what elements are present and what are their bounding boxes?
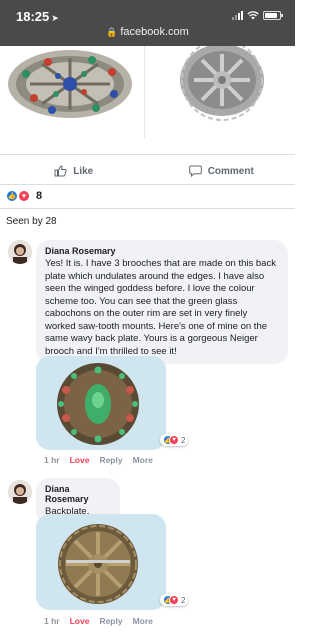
post-actions: Like Comment [0, 160, 295, 182]
comment-icon [188, 165, 202, 177]
signal-icon [232, 10, 243, 20]
divider [0, 154, 295, 155]
like-reaction-icon: 👍 [6, 190, 18, 202]
comment-photo-backplate[interactable] [36, 514, 166, 610]
like-icon [54, 165, 67, 177]
lock-icon: 🔒 [106, 27, 118, 37]
love-reaction-icon: ♥ [169, 435, 179, 445]
reply-button[interactable]: Reply [99, 455, 122, 465]
post-photo-jeweled-brooch[interactable] [0, 46, 145, 138]
like-label: Like [73, 165, 94, 177]
comment-text: Yes! It is. I have 3 brooches that are m… [45, 258, 276, 357]
comment-meta: 1 hr Love Reply More [44, 616, 153, 626]
comment-bubble[interactable]: Diana Rosemary Yes! It is. I have 3 broo… [36, 240, 288, 364]
comment-author[interactable]: Diana Rosemary [45, 484, 111, 504]
photo-reactions[interactable]: 👍 ♥ 2 [160, 434, 189, 446]
location-arrow-icon: ➤ [51, 13, 59, 23]
avatar[interactable] [8, 240, 32, 264]
photo-reactions[interactable]: 👍 ♥ 2 [160, 594, 189, 606]
love-reaction-button[interactable]: Love [70, 455, 90, 465]
photo-reaction-count: 2 [181, 595, 186, 605]
wifi-icon [247, 11, 259, 20]
avatar[interactable] [8, 480, 32, 504]
reaction-summary[interactable]: 👍 ♥ 8 [6, 190, 42, 202]
comment-photo-green-brooch[interactable] [36, 356, 166, 450]
battery-icon [263, 10, 283, 20]
comment-button[interactable]: Comment [148, 160, 296, 182]
reply-button[interactable]: Reply [99, 616, 122, 626]
url-text: facebook.com [120, 26, 189, 38]
reaction-count: 8 [36, 190, 43, 202]
clock: 18:25 [16, 9, 50, 24]
system-icons [232, 10, 283, 20]
post-photos [0, 39, 295, 138]
post-photo-silver-backplate[interactable] [148, 39, 295, 138]
comment-label: Comment [207, 165, 254, 177]
status-time: 18:25 ➤ [16, 9, 59, 24]
seen-by[interactable]: Seen by 28 [6, 216, 57, 227]
comment-meta: 1 hr Love Reply More [44, 455, 153, 465]
more-button[interactable]: More [133, 616, 153, 626]
url-bar[interactable]: 🔒 facebook.com [0, 26, 295, 38]
comment-time[interactable]: 1 hr [44, 455, 60, 465]
like-button[interactable]: Like [0, 160, 148, 182]
photo-reaction-count: 2 [181, 435, 186, 445]
comment-author[interactable]: Diana Rosemary [45, 246, 279, 256]
divider [0, 184, 295, 185]
status-bar: 18:25 ➤ 🔒 facebook.com [0, 0, 295, 46]
divider [0, 208, 295, 209]
love-reaction-icon: ♥ [169, 595, 179, 605]
more-button[interactable]: More [133, 455, 153, 465]
love-reaction-icon: ♥ [18, 190, 30, 202]
comment-time[interactable]: 1 hr [44, 616, 60, 626]
love-reaction-button[interactable]: Love [70, 616, 90, 626]
